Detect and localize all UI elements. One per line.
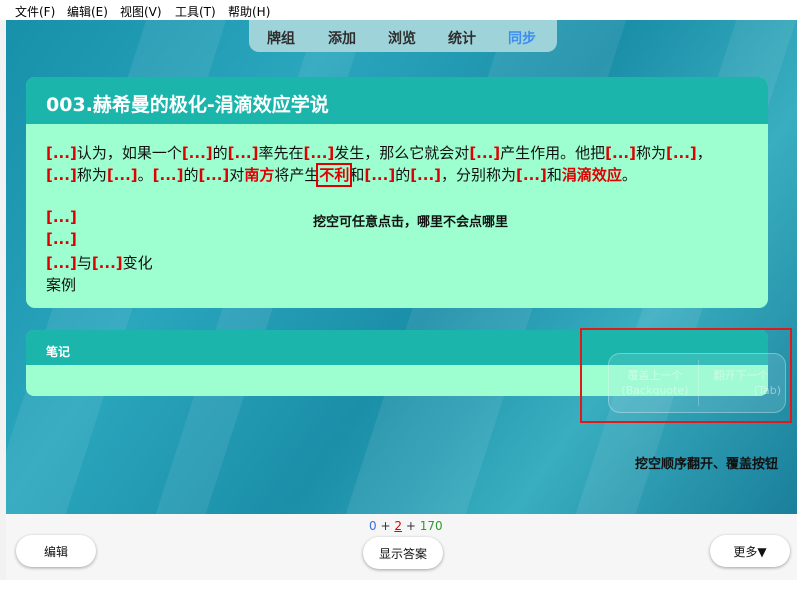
cloze-blank[interactable]: [...]: [198, 166, 229, 184]
cloze-blank[interactable]: [...]: [666, 144, 697, 162]
tab-add[interactable]: 添加: [328, 28, 356, 48]
card-header: 003.赫希曼的极化-涓滴效应学说: [26, 77, 768, 124]
due-counts: 0 + 2 + 170: [369, 519, 443, 533]
cloze-blank[interactable]: [...]: [303, 144, 334, 162]
card-text-line-3: [...]: [46, 208, 77, 226]
cloze-blank[interactable]: [...]: [46, 208, 77, 226]
question-card: 003.赫希曼的极化-涓滴效应学说 [...]认为，如果一个[...]的[...…: [26, 77, 768, 308]
more-button[interactable]: 更多▼: [710, 535, 790, 567]
menu-tools[interactable]: 工具(T): [175, 3, 216, 20]
cloze-blank[interactable]: [...]: [364, 166, 395, 184]
menu-help[interactable]: 帮助(H): [228, 3, 270, 20]
revealed-cloze[interactable]: 涓滴效应: [562, 166, 622, 184]
annotation-cloze-hint: 挖空可任意点击，哪里不会点哪里: [313, 215, 509, 230]
show-answer-button[interactable]: 显示答案: [363, 537, 443, 569]
menu-file[interactable]: 文件(F): [15, 3, 55, 20]
menu-edit[interactable]: 编辑(E): [67, 3, 108, 20]
edit-button[interactable]: 编辑: [16, 535, 96, 567]
menu-view[interactable]: 视图(V): [120, 3, 162, 20]
window-bottom-edge: [0, 580, 797, 605]
annotation-highlight-box: [580, 328, 792, 423]
count-new: 0: [369, 519, 377, 533]
tab-stats[interactable]: 统计: [448, 28, 476, 48]
cloze-blank[interactable]: [...]: [153, 166, 184, 184]
revealed-cloze-highlighted[interactable]: 不利: [316, 163, 353, 187]
revealed-cloze[interactable]: 南方: [244, 166, 274, 184]
tab-decks[interactable]: 牌组: [267, 28, 295, 48]
tab-browse[interactable]: 浏览: [388, 28, 416, 48]
card-text-line-4: [...]: [46, 230, 77, 248]
count-review: 170: [419, 519, 443, 533]
tab-sync[interactable]: 同步: [508, 28, 536, 48]
card-text-line-5: [...]与[...]变化: [46, 254, 153, 272]
cloze-blank[interactable]: [...]: [410, 166, 441, 184]
cloze-blank[interactable]: [...]: [469, 144, 500, 162]
cloze-blank[interactable]: [...]: [182, 144, 213, 162]
count-learning: 2: [394, 519, 402, 533]
menu-bar: 文件(F) 编辑(E) 视图(V) 工具(T) 帮助(H): [0, 0, 797, 20]
card-text-line-1: [...]认为，如果一个[...]的[...]率先在[...]发生，那么它就会对…: [46, 144, 712, 162]
cloze-blank[interactable]: [...]: [228, 144, 259, 162]
top-nav: 牌组 添加 浏览 统计 同步: [249, 20, 557, 52]
cloze-blank[interactable]: [...]: [46, 254, 77, 272]
cloze-blank[interactable]: [...]: [46, 230, 77, 248]
card-text-line-2: [...]称为[...]。[...]的[...]对南方将产生不利和[...]的[…: [46, 163, 637, 187]
cloze-blank[interactable]: [...]: [92, 254, 123, 272]
card-title: 003.赫希曼的极化-涓滴效应学说: [46, 94, 329, 116]
cloze-blank[interactable]: [...]: [605, 144, 636, 162]
cloze-blank[interactable]: [...]: [46, 166, 77, 184]
cloze-blank[interactable]: [...]: [46, 144, 77, 162]
card-text-line-6: 案例: [46, 276, 77, 294]
cloze-blank[interactable]: [...]: [107, 166, 138, 184]
notes-title: 笔记: [46, 345, 71, 359]
annotation-nav-hint: 挖空顺序翻开、覆盖按钮: [635, 457, 779, 472]
cloze-blank[interactable]: [...]: [516, 166, 547, 184]
